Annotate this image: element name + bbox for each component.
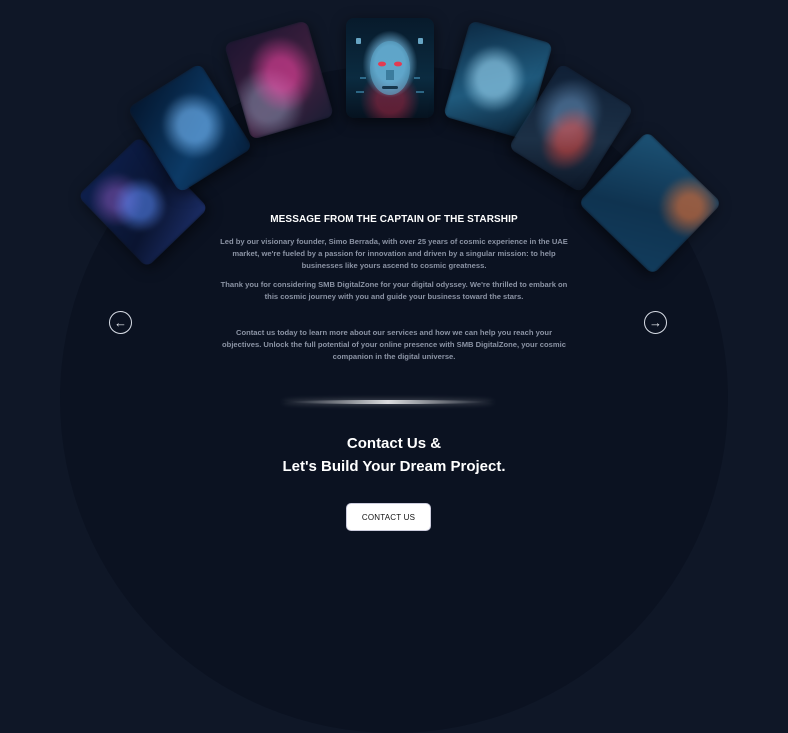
arrow-right-icon: → <box>649 315 662 330</box>
cta-heading-line-2: Let's Build Your Dream Project. <box>282 458 506 475</box>
carousel-card-active[interactable] <box>346 18 434 118</box>
cyber-face-illustration <box>356 38 424 95</box>
arrow-left-icon: ← <box>114 315 127 330</box>
carousel-next-button[interactable]: → <box>644 311 667 334</box>
cta-heading-line-1: Contact Us & <box>346 435 442 452</box>
message-title: MESSAGE FROM THE CAPTAIN OF THE STARSHIP <box>270 214 518 225</box>
carousel-prev-button[interactable]: ← <box>109 311 132 334</box>
glow-divider <box>282 400 494 404</box>
contact-us-button[interactable]: CONTACT US <box>346 503 431 531</box>
message-paragraph-1: Led by our visionary founder, Simo Berra… <box>220 237 568 270</box>
message-paragraph-2: Thank you for considering SMB DigitalZon… <box>220 280 568 301</box>
message-paragraph-3: Contact us today to learn more about our… <box>222 328 566 361</box>
